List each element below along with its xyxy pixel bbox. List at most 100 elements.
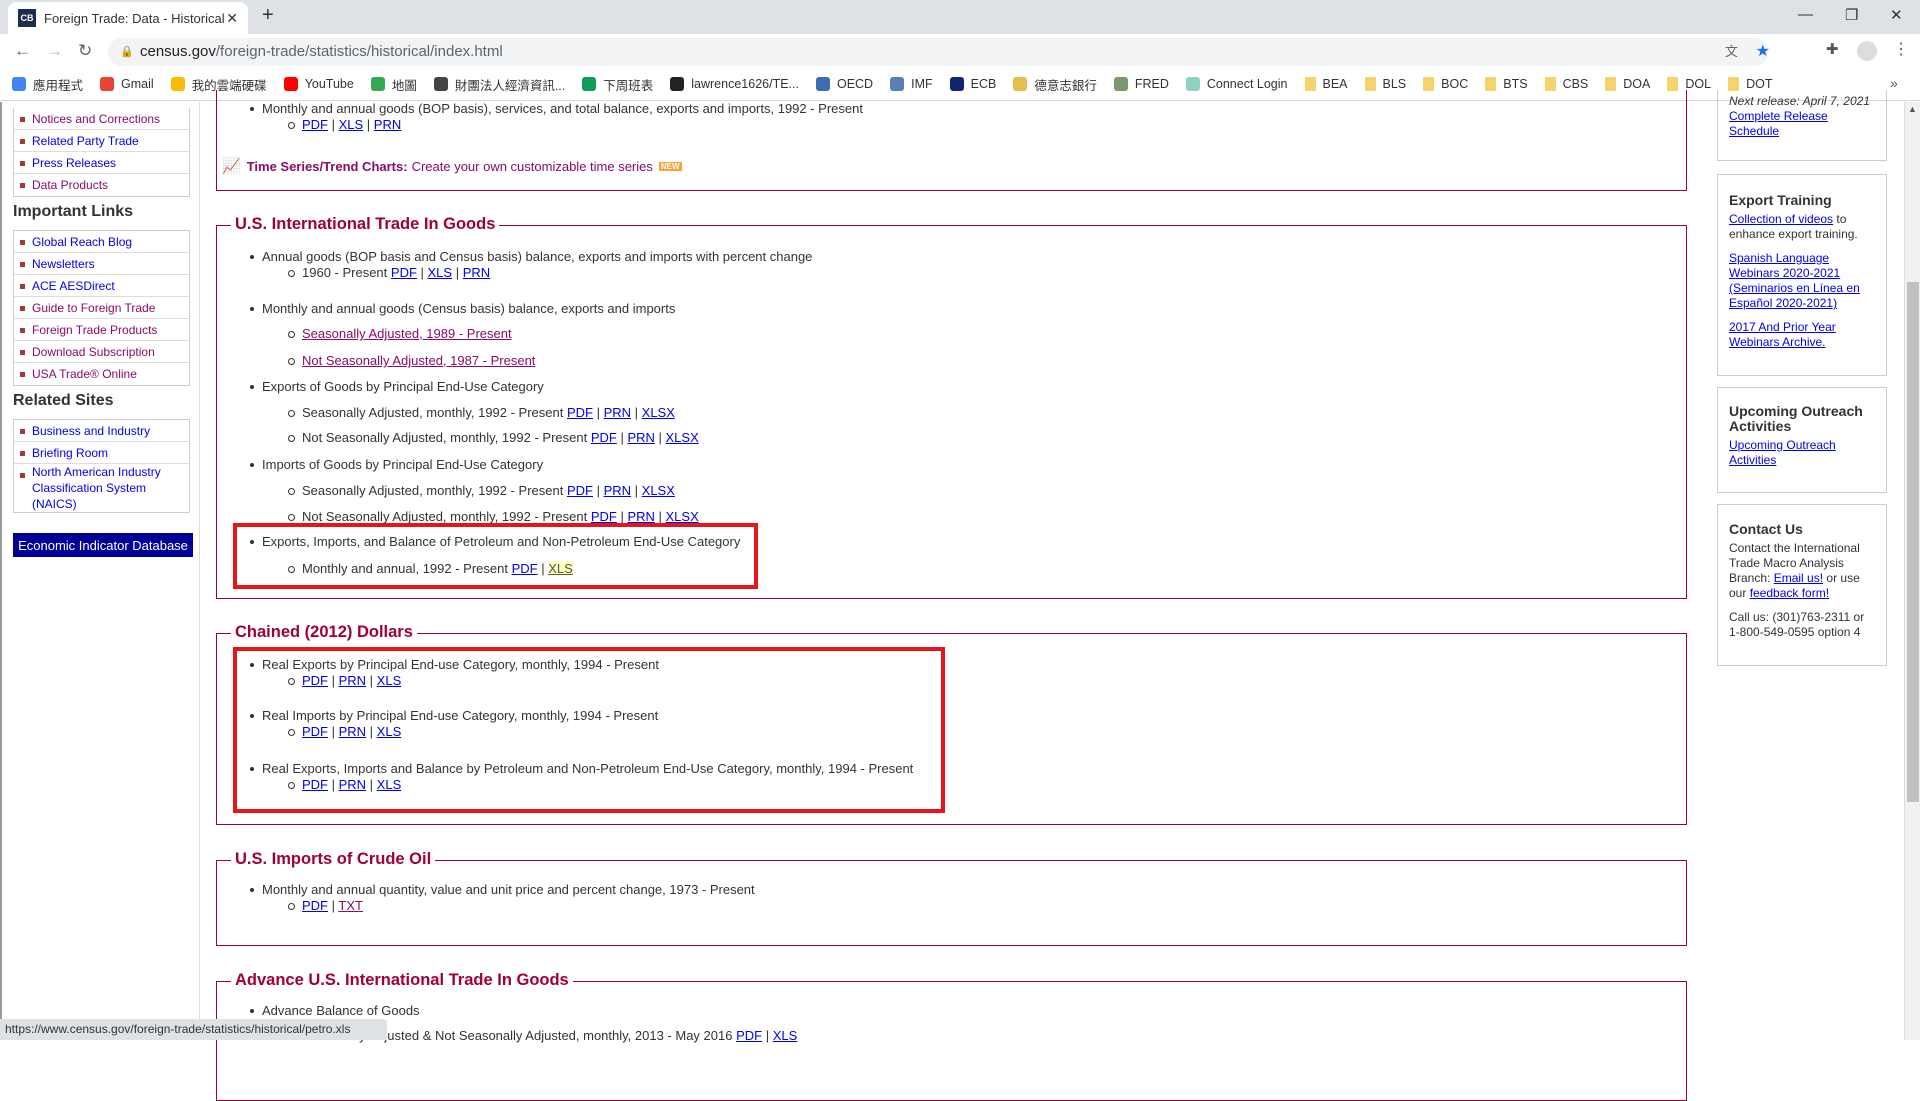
collection-of-videos-link[interactable]: Collection of videos <box>1729 212 1833 226</box>
economic-indicator-database-button[interactable]: Economic Indicator Database <box>13 533 193 557</box>
sidebar-link[interactable]: Briefing Room <box>32 446 108 460</box>
oecd-icon <box>815 77 830 91</box>
sidebar-item[interactable]: Press Releases <box>14 152 189 174</box>
bank-icon <box>1013 77 1028 91</box>
time-series-link[interactable]: 📈 Time Series/Trend Charts: Create your … <box>222 157 682 175</box>
pdf-link[interactable]: PDF <box>391 265 417 280</box>
bookmark-item[interactable]: Gmail <box>100 77 154 91</box>
list-subitem: Not Seasonally Adjusted, monthly, 1992 -… <box>288 429 699 447</box>
complete-release-schedule-link[interactable]: Complete Release Schedule <box>1729 109 1828 138</box>
bookmark-item[interactable]: OECD <box>815 77 873 91</box>
bookmark-item[interactable]: IMF <box>890 77 933 91</box>
sidebar-item[interactable]: USA Trade® Online <box>14 363 189 385</box>
sidebar-link[interactable]: Newsletters <box>32 257 95 271</box>
xls-link[interactable]: XLS <box>339 117 364 132</box>
bookmark-item[interactable]: BLS <box>1364 77 1406 91</box>
bookmark-item[interactable]: BEA <box>1304 77 1348 91</box>
sidebar-item[interactable]: Newsletters <box>14 253 189 275</box>
webinars-archive-link[interactable]: 2017 And Prior Year Webinars Archive. <box>1729 320 1836 349</box>
new-tab-button[interactable]: + <box>262 4 274 27</box>
txt-link[interactable]: TXT <box>338 898 363 913</box>
bookmark-star-icon[interactable]: ★ <box>1756 38 1770 66</box>
profile-avatar[interactable] <box>1857 41 1877 61</box>
bookmark-item[interactable]: ECB <box>949 77 996 91</box>
sidebar-link[interactable]: Business and Industry <box>32 424 150 438</box>
email-us-link[interactable]: Email us! <box>1774 571 1823 585</box>
spanish-webinars-link[interactable]: Spanish Language Webinars 2020-2021 (Sem… <box>1729 251 1860 310</box>
dataset-link[interactable]: Seasonally Adjusted, 1989 - Present <box>302 326 512 341</box>
prn-link[interactable]: PRN <box>627 509 654 524</box>
sidebar-link[interactable]: Press Releases <box>32 156 116 170</box>
scroll-up-arrow-icon[interactable]: ▲ <box>1908 104 1917 114</box>
xls-link[interactable]: XLS <box>428 265 453 280</box>
bookmark-item[interactable]: FRED <box>1113 77 1169 91</box>
close-tab-icon[interactable]: ✕ <box>226 10 238 27</box>
forward-icon[interactable]: → <box>46 41 63 61</box>
sidebar-item[interactable]: Business and Industry <box>14 420 189 442</box>
menu-icon[interactable]: ⋮ <box>1893 39 1909 59</box>
back-icon[interactable]: ← <box>14 41 31 61</box>
extensions-icon[interactable]: ✚ <box>1826 40 1839 58</box>
prn-link[interactable]: PRN <box>604 483 631 498</box>
prn-link[interactable]: PRN <box>463 265 490 280</box>
vertical-scrollbar[interactable]: ▲ <box>1904 102 1920 1040</box>
browser-tab[interactable]: CB Foreign Trade: Data - Historical ✕ <box>8 2 248 34</box>
pdf-link[interactable]: PDF <box>302 898 328 913</box>
sidebar-link[interactable]: USA Trade® Online <box>32 367 137 381</box>
sidebar-link[interactable]: Download Subscription <box>32 345 155 359</box>
pdf-link[interactable]: PDF <box>591 509 617 524</box>
bookmark-item[interactable]: DOA <box>1605 77 1650 91</box>
bookmark-item[interactable]: BTS <box>1485 77 1528 91</box>
sidebar-item[interactable]: North American Industry Classification S… <box>14 464 189 512</box>
xls-link[interactable]: XLS <box>773 1028 798 1043</box>
xlsx-link[interactable]: XLSX <box>642 483 675 498</box>
close-window-button[interactable]: ✕ <box>1890 6 1903 24</box>
restore-button[interactable]: ❐ <box>1845 6 1858 24</box>
xlsx-link[interactable]: XLSX <box>666 430 699 445</box>
bookmark-item[interactable]: YouTube <box>283 77 354 91</box>
sidebar-item[interactable]: Foreign Trade Products <box>14 319 189 341</box>
sidebar-item[interactable]: Notices and Corrections <box>14 108 189 130</box>
sidebar-item[interactable]: Data Products <box>14 174 189 196</box>
more-bookmarks-icon[interactable]: » <box>1890 75 1898 91</box>
sidebar-link[interactable]: ACE AESDirect <box>32 279 115 293</box>
feedback-form-link[interactable]: feedback form! <box>1750 586 1829 600</box>
bookmark-item[interactable]: BOC <box>1423 77 1468 91</box>
pdf-link[interactable]: PDF <box>567 405 593 420</box>
reload-icon[interactable]: ↻ <box>78 41 92 61</box>
xlsx-link[interactable]: XLSX <box>666 509 699 524</box>
dataset-link[interactable]: Not Seasonally Adjusted, 1987 - Present <box>302 353 535 368</box>
bookmark-item[interactable]: 應用程式 <box>12 75 83 94</box>
address-bar[interactable]: 🔒 census.gov/foreign-trade/statistics/hi… <box>108 38 1770 66</box>
upcoming-outreach-link[interactable]: Upcoming Outreach Activities <box>1729 438 1836 467</box>
prn-link[interactable]: PRN <box>374 117 401 132</box>
sidebar-link[interactable]: Global Reach Blog <box>32 235 132 249</box>
sidebar-item[interactable]: Briefing Room <box>14 442 189 464</box>
sidebar-item[interactable]: Guide to Foreign Trade <box>14 297 189 319</box>
bookmark-item[interactable]: CBS <box>1544 77 1588 91</box>
sidebar-link[interactable]: North American Industry Classification S… <box>32 464 185 512</box>
sidebar-item[interactable]: Related Party Trade <box>14 130 189 152</box>
scrollbar-thumb[interactable] <box>1907 282 1919 802</box>
bookmark-item[interactable]: Connect Login <box>1185 77 1288 91</box>
sidebar-item[interactable]: ACE AESDirect <box>14 275 189 297</box>
sidebar-link[interactable]: Notices and Corrections <box>32 112 160 126</box>
sidebar-link[interactable]: Data Products <box>32 178 108 192</box>
minimize-button[interactable]: — <box>1798 6 1813 23</box>
sidebar-link[interactable]: Related Party Trade <box>32 134 139 148</box>
sidebar-item[interactable]: Global Reach Blog <box>14 231 189 253</box>
sidebar-item[interactable]: Download Subscription <box>14 341 189 363</box>
bookmark-item[interactable]: DOT <box>1728 77 1772 91</box>
bookmark-item[interactable]: DOL <box>1667 77 1711 91</box>
sidebar-link[interactable]: Guide to Foreign Trade <box>32 301 155 315</box>
pdf-link[interactable]: PDF <box>591 430 617 445</box>
pdf-link[interactable]: PDF <box>736 1028 762 1043</box>
translate-icon[interactable]: 文 <box>1725 38 1738 66</box>
sidebar-link[interactable]: Foreign Trade Products <box>32 323 157 337</box>
prn-link[interactable]: PRN <box>604 405 631 420</box>
prn-link[interactable]: PRN <box>627 430 654 445</box>
pdf-link[interactable]: PDF <box>567 483 593 498</box>
pdf-link[interactable]: PDF <box>302 117 328 132</box>
bookmark-item[interactable]: lawrence1626/TE... <box>670 77 799 91</box>
xlsx-link[interactable]: XLSX <box>642 405 675 420</box>
